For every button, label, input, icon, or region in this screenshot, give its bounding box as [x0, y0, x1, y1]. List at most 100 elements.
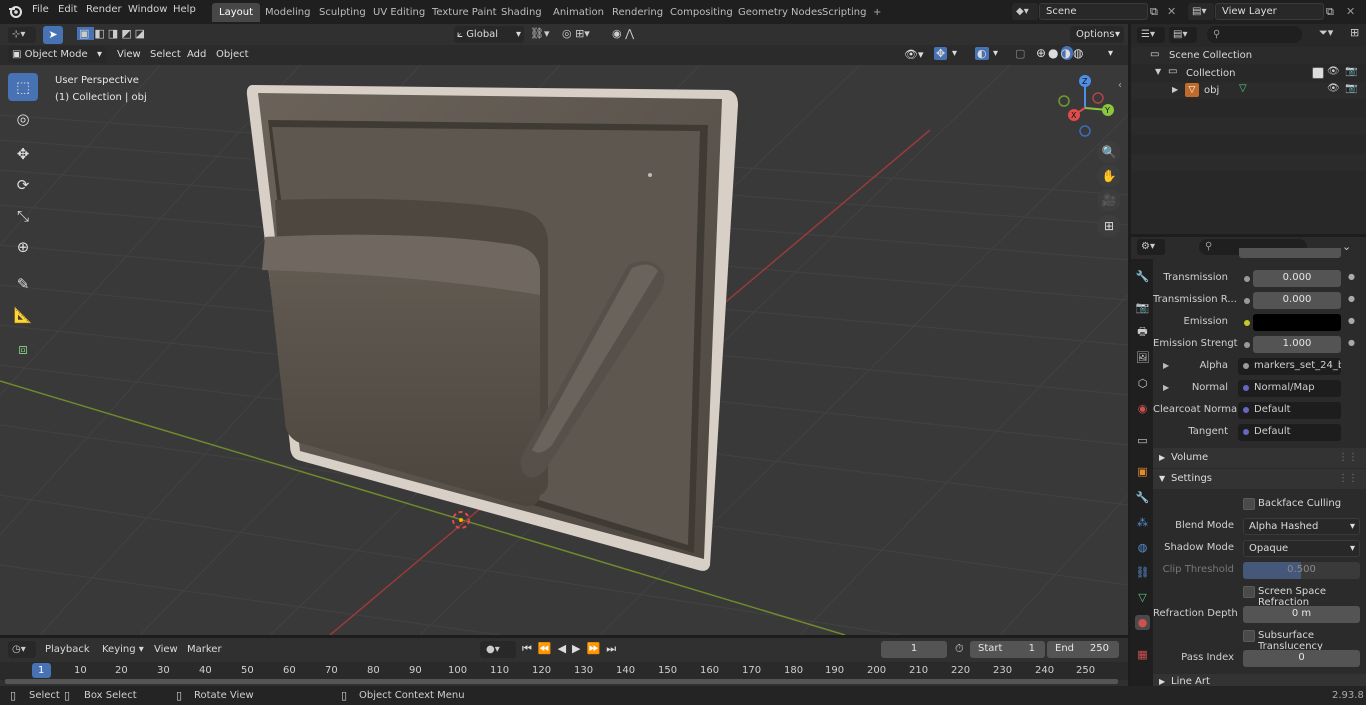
- view-layer-browse-icon[interactable]: ▤▾: [1188, 3, 1214, 20]
- keyframe-dot-icon[interactable]: ●: [1348, 338, 1355, 347]
- socket-icon[interactable]: [1239, 337, 1251, 349]
- snap-icon[interactable]: ◎ ⊞▾: [562, 27, 608, 43]
- menu-edit[interactable]: Edit: [58, 4, 77, 15]
- pan-hand-icon[interactable]: ✋: [1097, 165, 1121, 187]
- tab-animation[interactable]: Animation: [546, 3, 611, 22]
- transmission-field[interactable]: 0.000: [1253, 270, 1341, 287]
- expand-arrow-icon[interactable]: ▶: [1172, 85, 1178, 94]
- properties-editor-icon[interactable]: ⚙▾: [1137, 239, 1165, 255]
- world-tab-icon[interactable]: ◉: [1135, 401, 1150, 416]
- timeline-editor-icon[interactable]: ◷▾: [8, 641, 36, 658]
- end-frame-field[interactable]: End 250: [1047, 641, 1119, 658]
- volume-panel-header[interactable]: ▶ Volume ⋮⋮: [1153, 448, 1366, 468]
- tab-uv-editing[interactable]: UV Editing: [366, 3, 432, 22]
- filter-icon[interactable]: ⏷▾: [1319, 26, 1333, 40]
- keying-menu[interactable]: Keying ▾: [98, 641, 146, 658]
- object-obj[interactable]: [246, 85, 738, 571]
- outliner-search-input[interactable]: ⚲: [1207, 26, 1302, 43]
- texture-tab-icon[interactable]: ▦: [1135, 647, 1150, 662]
- outliner-editor-icon[interactable]: ☰▾: [1137, 27, 1165, 43]
- select-menu[interactable]: Select: [150, 49, 181, 60]
- expand-arrow-icon[interactable]: ▼: [1155, 67, 1161, 76]
- data-tab-icon[interactable]: ▽: [1135, 590, 1150, 605]
- sidebar-toggle-icon[interactable]: ‹: [1118, 80, 1122, 91]
- chevron-down-icon[interactable]: ▾: [952, 48, 957, 59]
- proportional-edit-icon[interactable]: ◉ ⋀: [612, 27, 656, 43]
- clearcoat-normal-field[interactable]: Default: [1238, 402, 1341, 419]
- tab-sculpting[interactable]: Sculpting: [312, 3, 373, 22]
- add-cube-tool-icon[interactable]: ⧈: [8, 335, 38, 363]
- keyframe-dot-icon[interactable]: ●: [1348, 272, 1355, 281]
- collection-tab-icon[interactable]: ▭: [1135, 433, 1150, 448]
- collection-include-checkbox[interactable]: [1312, 67, 1324, 79]
- selection-mode-icons[interactable]: ▣ ◧◨◩◪: [77, 27, 161, 43]
- subsurface-checkbox[interactable]: [1243, 630, 1255, 642]
- mesh-data-icon[interactable]: ▽: [1239, 83, 1247, 94]
- scale-tool-icon[interactable]: ⤡: [8, 202, 38, 230]
- tool-tab-icon[interactable]: 🔧: [1135, 269, 1150, 284]
- eye-icon[interactable]: 👁: [1327, 66, 1340, 77]
- backface-culling-checkbox[interactable]: [1243, 498, 1255, 510]
- tab-shading[interactable]: Shading: [494, 3, 549, 22]
- marker-menu[interactable]: Marker: [187, 644, 222, 655]
- current-frame-field[interactable]: 1: [881, 641, 947, 658]
- add-workspace-icon[interactable]: +: [866, 3, 888, 22]
- tangent-field[interactable]: Default: [1238, 424, 1341, 441]
- 3d-viewport[interactable]: User Perspective (1) Collection | obj Z …: [0, 65, 1128, 635]
- rotate-tool-icon[interactable]: ⟳: [8, 171, 38, 199]
- measure-tool-icon[interactable]: 📐: [8, 301, 38, 329]
- blend-mode-dropdown[interactable]: Alpha Hashed ▾: [1243, 518, 1360, 535]
- eye-icon[interactable]: 👁: [1327, 83, 1340, 94]
- new-scene-icon[interactable]: ⧉: [1150, 3, 1164, 20]
- gizmo-toggle-icon[interactable]: ✥: [934, 47, 948, 60]
- navigation-gizmo[interactable]: Z Y X: [1050, 73, 1120, 143]
- view-layer-field[interactable]: View Layer: [1215, 3, 1324, 20]
- tab-modeling[interactable]: Modeling: [258, 3, 318, 22]
- socket-icon[interactable]: [1239, 293, 1251, 305]
- outliner-row-collection[interactable]: ▼ ▭ Collection 👁 📷: [1131, 65, 1366, 82]
- timeline-scrollbar[interactable]: [5, 679, 1118, 684]
- physics-tab-icon[interactable]: ◍: [1135, 540, 1150, 555]
- settings-panel-header[interactable]: ▼ Settings ⋮⋮: [1153, 469, 1366, 489]
- shadow-mode-dropdown[interactable]: Opaque ▾: [1243, 540, 1360, 557]
- transmission-roughness-field[interactable]: 0.000: [1253, 292, 1341, 309]
- delete-scene-icon[interactable]: ✕: [1167, 3, 1181, 20]
- timeline-view-menu[interactable]: View: [154, 644, 178, 655]
- menu-help[interactable]: Help: [173, 4, 196, 15]
- select-box-tool-icon[interactable]: ⬚: [8, 73, 38, 101]
- transform-orientation-dropdown[interactable]: ⟀ Global ▾: [454, 26, 524, 43]
- socket-icon[interactable]: [1239, 315, 1251, 327]
- new-collection-icon[interactable]: ⊞: [1350, 26, 1359, 39]
- refraction-depth-field[interactable]: 0 m: [1243, 606, 1360, 623]
- visibility-icon[interactable]: 👁▾: [904, 48, 924, 61]
- object-tab-icon[interactable]: ▣: [1135, 464, 1150, 479]
- render-tab-icon[interactable]: 📷: [1135, 300, 1150, 315]
- menu-window[interactable]: Window: [128, 4, 167, 15]
- tab-layout[interactable]: Layout: [212, 3, 260, 22]
- blender-logo-icon[interactable]: [8, 4, 22, 18]
- scene-browse-icon[interactable]: ◆▾: [1012, 3, 1038, 20]
- xray-icon[interactable]: ▢: [1015, 47, 1025, 60]
- emission-strength-field[interactable]: 1.000: [1253, 336, 1341, 353]
- select-tool-icon[interactable]: ➤: [43, 26, 63, 44]
- tab-scripting[interactable]: Scripting: [815, 3, 873, 22]
- overlays-icon[interactable]: ◐: [975, 47, 989, 60]
- cursor-tool-icon[interactable]: ◎: [8, 105, 38, 133]
- display-mode-icon[interactable]: ▤▾: [1169, 27, 1197, 43]
- scene-tab-icon[interactable]: ⬡: [1135, 376, 1150, 391]
- menu-file[interactable]: File: [32, 4, 49, 15]
- scene-name-field[interactable]: Scene: [1039, 3, 1148, 20]
- shading-modes-icons[interactable]: ⊕●◑◍: [1036, 46, 1086, 60]
- grid-view-icon[interactable]: ⊞: [1097, 215, 1121, 237]
- view-layer-tab-icon[interactable]: 🖼: [1135, 350, 1150, 365]
- chevron-down-icon[interactable]: ▾: [993, 48, 998, 59]
- emission-color-swatch[interactable]: [1253, 314, 1341, 331]
- ssr-checkbox[interactable]: [1243, 586, 1255, 598]
- outliner-row-obj[interactable]: ▶ ▽ obj ▽ 👁 📷: [1131, 82, 1366, 99]
- view-menu[interactable]: View: [117, 49, 141, 60]
- camera-icon[interactable]: 📷: [1345, 83, 1357, 94]
- particles-tab-icon[interactable]: ⁂: [1135, 515, 1150, 530]
- object-menu[interactable]: Object: [216, 49, 249, 60]
- editor-type-icon[interactable]: ⊹▾: [8, 27, 36, 43]
- zoom-icon[interactable]: 🔍: [1097, 141, 1121, 163]
